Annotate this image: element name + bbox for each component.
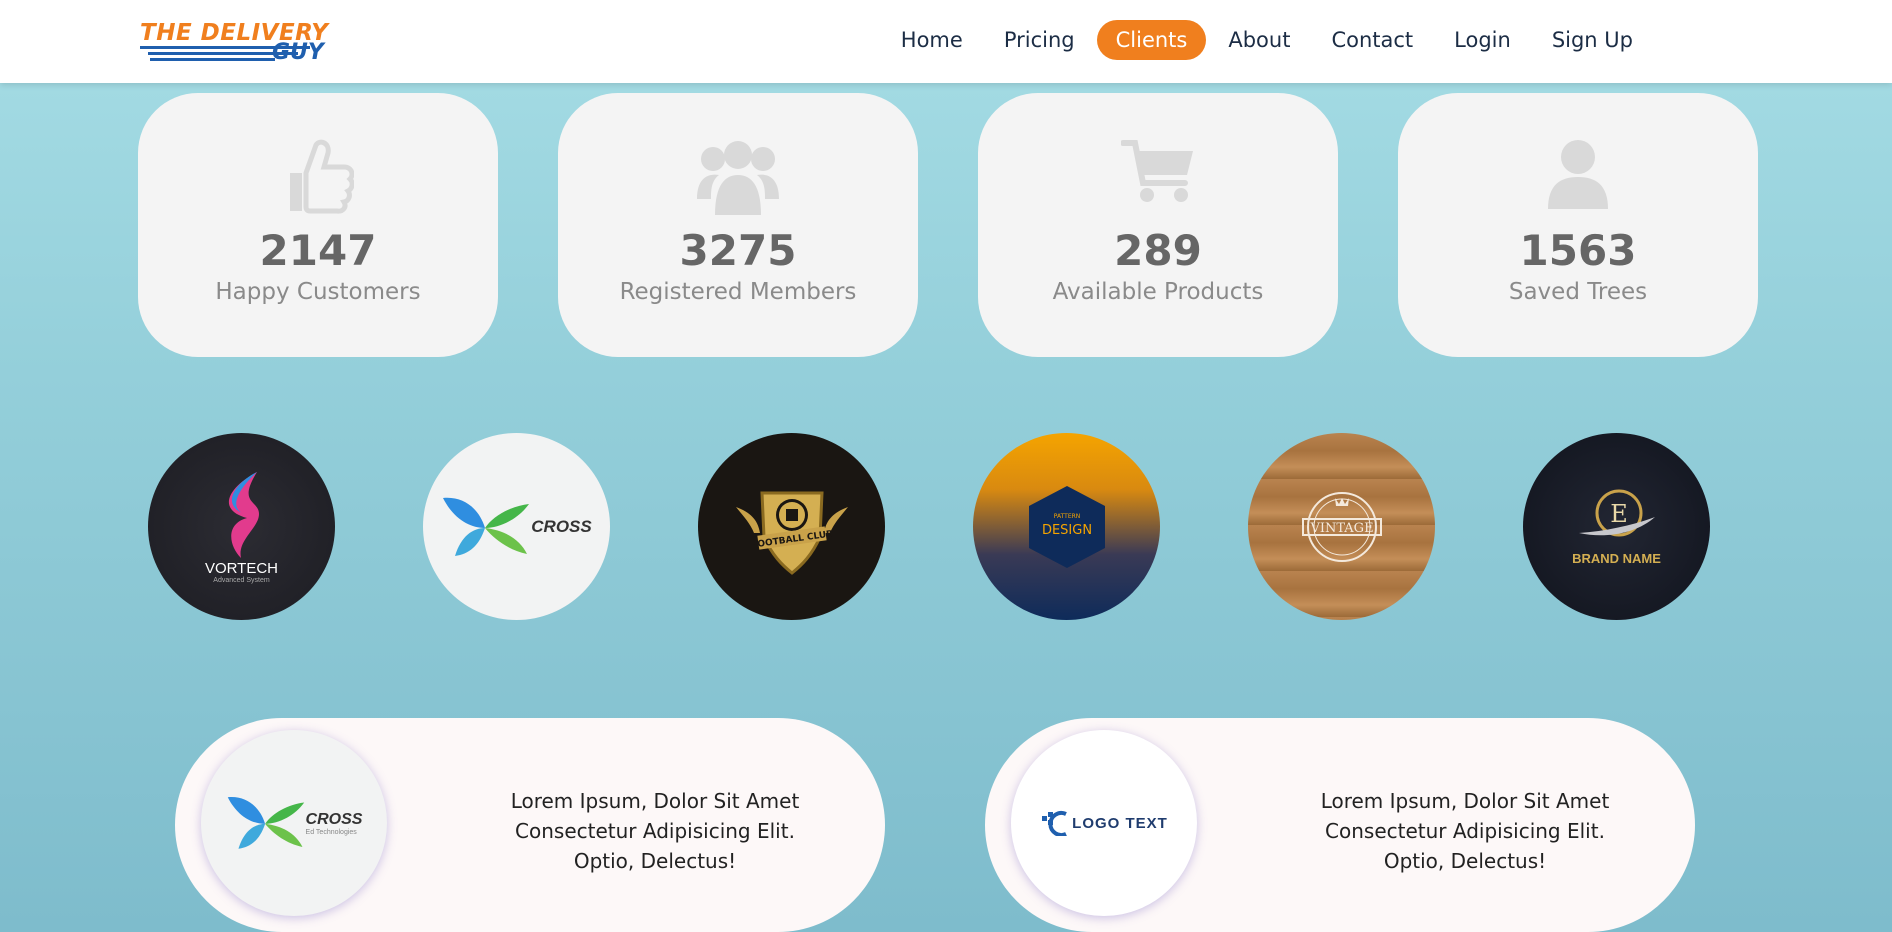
- nav-login[interactable]: Login: [1435, 20, 1530, 60]
- speed-line: [150, 58, 275, 61]
- stat-value: 3275: [679, 226, 797, 275]
- client-logo-vortech[interactable]: VORTECH Advanced System: [148, 433, 335, 620]
- client-logo-cross[interactable]: CROSS: [423, 433, 610, 620]
- vintage-badge-icon: VINTAGE: [1301, 491, 1382, 562]
- client-name: VORTECH: [204, 559, 279, 577]
- brand-e-emblem-icon: E: [1578, 489, 1655, 537]
- stat-label: Registered Members: [619, 279, 857, 305]
- client-logo-vintage[interactable]: VINTAGE: [1248, 433, 1435, 620]
- nav-signup[interactable]: Sign Up: [1533, 20, 1652, 60]
- stat-card-registered-members: 3275 Registered Members: [558, 93, 918, 357]
- brand-logo[interactable]: THE DELIVERY GUY: [140, 20, 350, 65]
- football-club-crest-icon: FOOTBALL CLUB: [735, 491, 848, 575]
- main-nav: Home Pricing Clients About Contact Login…: [879, 20, 1652, 60]
- testimonial-logo-name: LOGO TEXT: [1072, 814, 1168, 832]
- testimonial-avatar: CROSS Ed Technologies: [201, 730, 387, 916]
- client-tagline: Advanced System: [213, 576, 270, 584]
- client-tagline: E: [1610, 500, 1628, 528]
- nav-contact[interactable]: Contact: [1312, 20, 1432, 60]
- client-name: CROSS: [531, 516, 592, 536]
- nav-pricing[interactable]: Pricing: [985, 20, 1094, 60]
- users-group-icon: [558, 139, 918, 219]
- nav-clients[interactable]: Clients: [1096, 20, 1207, 60]
- brand-line2: GUY: [272, 40, 324, 65]
- client-logo-football-club[interactable]: FOOTBALL CLUB: [698, 433, 885, 620]
- testimonial-logo-name: CROSS: [305, 810, 363, 828]
- client-name: DESIGN: [1041, 523, 1091, 538]
- stat-card-available-products: 289 Available Products: [978, 93, 1338, 357]
- stat-card-happy-customers: 2147 Happy Customers: [138, 93, 498, 357]
- testimonial-card: LOGO TEXT Lorem Ipsum, Dolor Sit Amet Co…: [985, 718, 1695, 932]
- shopping-cart-icon: [978, 139, 1338, 219]
- nav-about[interactable]: About: [1209, 20, 1309, 60]
- stat-label: Saved Trees: [1508, 279, 1648, 305]
- stat-value: 2147: [259, 226, 377, 275]
- logo-text-mark-icon: [1042, 811, 1067, 836]
- cross-mark-icon: [227, 797, 304, 849]
- testimonial-logo-tagline: Ed Technologies: [305, 828, 357, 836]
- client-name: BRAND NAME: [1572, 551, 1661, 566]
- thumbs-up-icon: [138, 139, 498, 219]
- client-logo-pattern-design[interactable]: PATTERN DESIGN: [973, 433, 1160, 620]
- testimonial-avatar: LOGO TEXT: [1011, 730, 1197, 916]
- stat-label: Happy Customers: [215, 279, 421, 305]
- hexagon-badge-icon: PATTERN DESIGN: [1028, 485, 1105, 568]
- user-icon: [1398, 139, 1758, 219]
- testimonial-text: Lorem Ipsum, Dolor Sit Amet Consectetur …: [510, 789, 800, 873]
- testimonial-card: CROSS Ed Technologies Lorem Ipsum, Dolor…: [175, 718, 885, 932]
- cross-mark-icon: [443, 497, 530, 556]
- vortech-mark-icon: [228, 471, 259, 558]
- stat-label: Available Products: [1052, 279, 1264, 305]
- stat-value: 289: [1114, 226, 1202, 275]
- stat-card-saved-trees: 1563 Saved Trees: [1398, 93, 1758, 357]
- client-tagline: PATTERN: [1053, 513, 1080, 520]
- top-navbar: THE DELIVERY GUY Home Pricing Clients Ab…: [0, 0, 1892, 83]
- client-logo-brand-name[interactable]: E BRAND NAME: [1523, 433, 1710, 620]
- client-name: VINTAGE: [1309, 521, 1373, 536]
- testimonial-text: Lorem Ipsum, Dolor Sit Amet Consectetur …: [1320, 789, 1610, 873]
- stat-value: 1563: [1519, 226, 1637, 275]
- nav-home[interactable]: Home: [882, 20, 982, 60]
